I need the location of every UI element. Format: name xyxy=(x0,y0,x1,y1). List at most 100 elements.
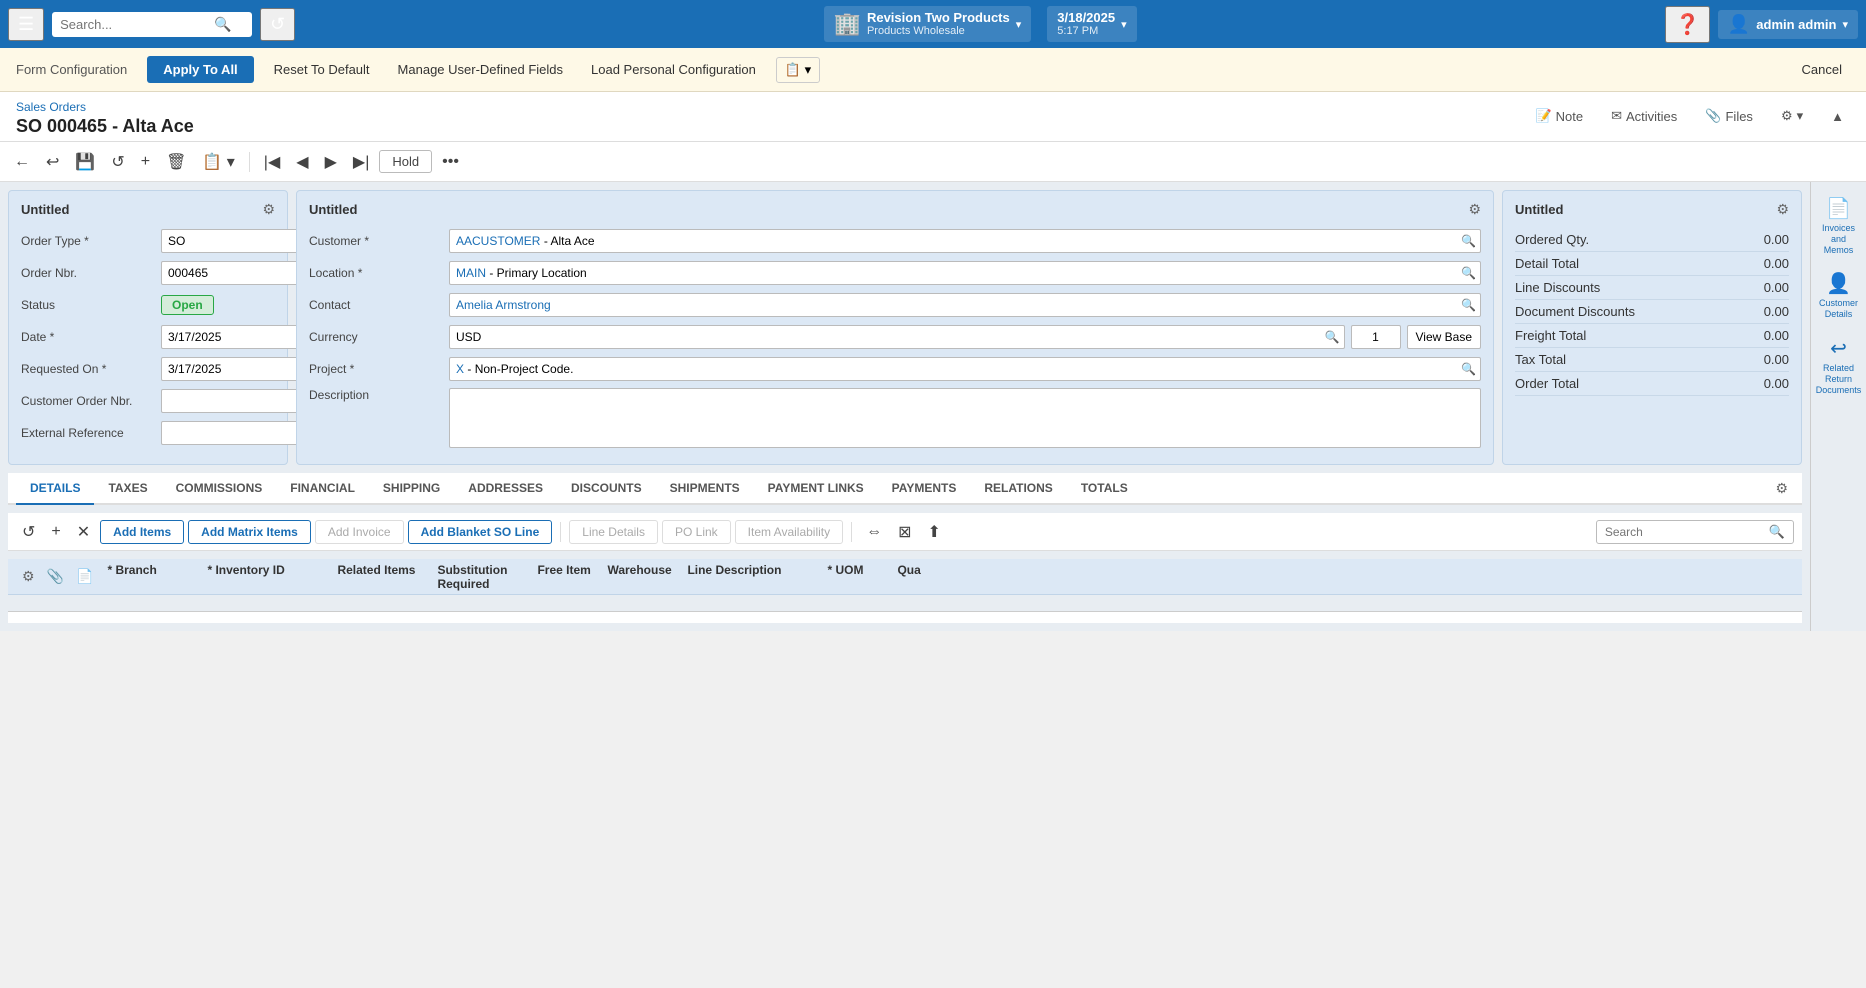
copy-button[interactable]: 📋 ▾ xyxy=(196,148,240,176)
customer-input-wrapper: AACUSTOMER - Alta Ace 🔍 xyxy=(449,229,1481,253)
invoices-and-memos-panel-item[interactable]: 📄 Invoices and Memos xyxy=(1813,190,1865,261)
first-record-button[interactable]: |◀ xyxy=(258,148,286,176)
customer-order-nbr-row: Customer Order Nbr. xyxy=(21,388,275,414)
line-details-button: Line Details xyxy=(569,520,658,544)
more-options-button[interactable]: ••• xyxy=(436,149,465,175)
files-button[interactable]: 📎 Files xyxy=(1699,106,1759,126)
table-col-5: Warehouse xyxy=(599,563,679,591)
global-search-icon[interactable]: 🔍 xyxy=(214,16,231,33)
detail-search-input[interactable] xyxy=(1605,525,1765,539)
location-link[interactable]: MAIN xyxy=(456,266,486,280)
right-panel-gear-icon[interactable]: ⚙ xyxy=(1776,201,1789,218)
detail-delete-row-button[interactable]: ✕ xyxy=(71,519,96,545)
right-panel-header: Untitled ⚙ xyxy=(1515,201,1789,218)
view-base-button[interactable]: View Base xyxy=(1407,325,1481,349)
bottom-scrollbar[interactable] xyxy=(8,611,1802,623)
customer-search-icon[interactable]: 🔍 xyxy=(1461,234,1476,248)
tab-shipments[interactable]: SHIPMENTS xyxy=(656,473,754,505)
description-textarea[interactable] xyxy=(449,388,1481,448)
currency-search-icon[interactable]: 🔍 xyxy=(1325,330,1340,344)
form-config-copy-icon[interactable]: 📋 ▾ xyxy=(776,57,820,83)
tab-totals[interactable]: TOTALS xyxy=(1067,473,1142,505)
tab-financial[interactable]: FINANCIAL xyxy=(276,473,369,505)
datetime-date: 3/18/2025 xyxy=(1057,10,1115,26)
global-search-input[interactable] xyxy=(60,17,210,32)
nav-refresh-button[interactable]: ↺ xyxy=(260,8,295,41)
tab-payments[interactable]: PAYMENTS xyxy=(878,473,971,505)
currency-input[interactable] xyxy=(456,330,1325,344)
project-link[interactable]: X xyxy=(456,362,464,376)
date-row: Date * 📅 xyxy=(21,324,275,350)
detail-search-icon[interactable]: 🔍 xyxy=(1769,524,1785,540)
contact-link[interactable]: Amelia Armstrong xyxy=(456,296,1461,314)
tab-commissions[interactable]: COMMISSIONS xyxy=(162,473,277,505)
files-icon: 📎 xyxy=(1705,108,1721,124)
contact-search-icon[interactable]: 🔍 xyxy=(1461,298,1476,312)
customer-details-panel-item[interactable]: 👤 Customer Details xyxy=(1813,265,1865,326)
table-settings-icon[interactable]: ⚙ xyxy=(16,568,41,585)
manage-user-defined-fields-button[interactable]: Manage User-Defined Fields xyxy=(390,58,571,81)
tabs-gear-icon[interactable]: ⚙ xyxy=(1769,474,1794,503)
detail-fit-columns-button[interactable]: ⇔ xyxy=(860,520,888,544)
delete-button[interactable]: 🗑 xyxy=(160,148,192,176)
tab-discounts[interactable]: DISCOUNTS xyxy=(557,473,656,505)
apply-to-all-button[interactable]: Apply To All xyxy=(147,56,253,83)
tab-paymentLinks[interactable]: PAYMENT LINKS xyxy=(754,473,878,505)
company-selector[interactable]: 🏢 Revision Two Products Products Wholesa… xyxy=(824,6,1032,43)
load-personal-configuration-button[interactable]: Load Personal Configuration xyxy=(583,58,764,81)
tab-addresses[interactable]: ADDRESSES xyxy=(454,473,557,505)
detail-refresh-button[interactable]: ↺ xyxy=(16,519,41,545)
next-record-button[interactable]: ▶ xyxy=(319,148,343,176)
save-button[interactable]: 💾 xyxy=(69,148,101,176)
customer-rest: - Alta Ace xyxy=(544,234,595,248)
currency-rate-input[interactable] xyxy=(1351,325,1401,349)
toolbar-separator xyxy=(249,152,250,172)
tab-relations[interactable]: RELATIONS xyxy=(970,473,1066,505)
table-col-2: Related Items xyxy=(329,563,429,591)
back-button[interactable]: ← xyxy=(8,149,36,175)
cancel-button[interactable]: Cancel xyxy=(1794,58,1850,81)
breadcrumb[interactable]: Sales Orders xyxy=(16,100,194,114)
hamburger-menu[interactable]: ☰ xyxy=(8,8,44,41)
summary-label-2: Line Discounts xyxy=(1515,280,1600,295)
table-attachment-icon[interactable]: 📎 xyxy=(41,568,70,585)
reset-to-default-button[interactable]: Reset To Default xyxy=(266,58,378,81)
project-search-icon[interactable]: 🔍 xyxy=(1461,362,1476,376)
po-link-button: PO Link xyxy=(662,520,731,544)
location-search-icon[interactable]: 🔍 xyxy=(1461,266,1476,280)
tab-details[interactable]: DETAILS xyxy=(16,473,94,505)
table-note-icon[interactable]: 📄 xyxy=(70,568,99,585)
mid-panel-header: Untitled ⚙ xyxy=(309,201,1481,218)
add-blanket-so-line-button[interactable]: Add Blanket SO Line xyxy=(408,520,553,544)
detail-export-button[interactable]: ⊠ xyxy=(892,519,917,545)
hold-button[interactable]: Hold xyxy=(379,150,432,173)
add-button[interactable]: + xyxy=(135,149,156,175)
note-button[interactable]: 📝 Note xyxy=(1529,106,1589,126)
datetime-selector[interactable]: 3/18/2025 5:17 PM ▾ xyxy=(1047,6,1136,43)
location-row: Location * MAIN - Primary Location 🔍 xyxy=(309,260,1481,286)
settings-button[interactable]: ⚙ ▾ xyxy=(1775,106,1809,126)
activities-button[interactable]: ✉ Activities xyxy=(1605,106,1683,126)
status-badge: Open xyxy=(161,295,214,315)
last-record-button[interactable]: ▶| xyxy=(347,148,375,176)
left-panel-gear-icon[interactable]: ⚙ xyxy=(262,201,275,218)
prev-record-button[interactable]: ◀ xyxy=(290,148,314,176)
customer-link[interactable]: AACUSTOMER xyxy=(456,234,540,248)
record-toolbar: ← ↩ 💾 ↺ + 🗑 📋 ▾ |◀ ◀ ▶ ▶| Hold ••• xyxy=(0,142,1866,182)
add-matrix-items-button[interactable]: Add Matrix Items xyxy=(188,520,311,544)
company-name: Revision Two Products xyxy=(867,10,1010,26)
detail-toolbar: ↺ + ✕ Add Items Add Matrix Items Add Inv… xyxy=(8,513,1802,551)
undo-button[interactable]: ↺ xyxy=(105,148,130,176)
user-selector[interactable]: 👤 admin admin ▾ xyxy=(1718,10,1858,39)
mid-panel-gear-icon[interactable]: ⚙ xyxy=(1468,201,1481,218)
save-and-close-button[interactable]: ↩ xyxy=(40,148,65,176)
detail-upload-button[interactable]: ⬆ xyxy=(922,519,947,545)
collapse-button[interactable]: ▲ xyxy=(1825,107,1850,126)
add-items-button[interactable]: Add Items xyxy=(100,520,184,544)
tab-shipping[interactable]: SHIPPING xyxy=(369,473,454,505)
related-return-documents-panel-item[interactable]: ↩ Related Return Documents xyxy=(1813,330,1865,401)
tab-taxes[interactable]: TAXES xyxy=(94,473,161,505)
detail-add-row-button[interactable]: + xyxy=(45,520,66,544)
location-label: Location * xyxy=(309,266,449,280)
help-button[interactable]: ❓ xyxy=(1665,6,1710,43)
